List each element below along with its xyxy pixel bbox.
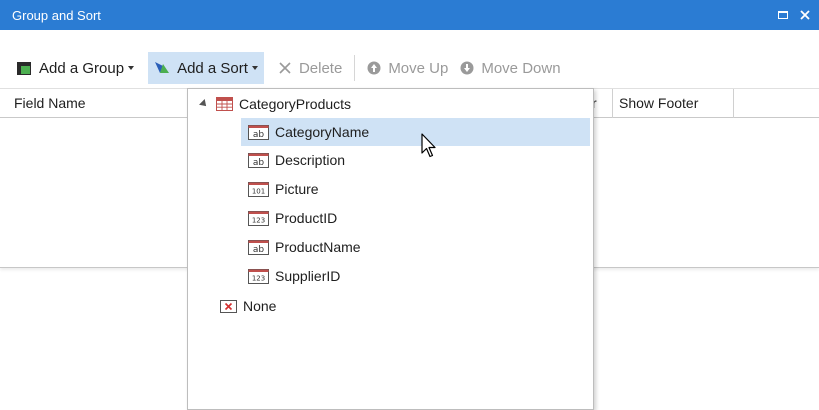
field-item-picture[interactable]: 101 Picture xyxy=(248,175,319,203)
move-down-button[interactable]: Move Down xyxy=(454,52,566,84)
svg-text:ab: ab xyxy=(253,158,265,168)
field-label: Description xyxy=(275,152,346,168)
expand-collapse-icon[interactable] xyxy=(199,99,209,109)
column-header-show-footer[interactable]: Show Footer xyxy=(613,89,734,118)
text-field-icon: ab xyxy=(248,239,269,255)
maximize-button[interactable] xyxy=(775,7,791,23)
field-item-productid[interactable]: 123 ProductID xyxy=(248,204,337,232)
title-bar: Group and Sort xyxy=(0,0,819,30)
svg-text:123: 123 xyxy=(252,216,265,224)
datasource-label: CategoryProducts xyxy=(239,96,352,112)
arrow-up-icon xyxy=(367,61,381,75)
svg-text:123: 123 xyxy=(252,274,265,282)
table-icon xyxy=(216,97,233,111)
move-down-label: Move Down xyxy=(481,59,561,77)
svg-text:ab: ab xyxy=(253,130,265,140)
field-label: SupplierID xyxy=(275,268,341,284)
field-item-categoryname[interactable]: ab CategoryName xyxy=(241,118,590,146)
binary-field-icon: 101 xyxy=(248,181,269,197)
add-group-button[interactable]: Add a Group xyxy=(10,52,140,84)
move-up-button[interactable]: Move Up xyxy=(361,52,454,84)
svg-text:ab: ab xyxy=(253,245,265,255)
chevron-down-icon xyxy=(251,66,258,70)
add-sort-label: Add a Sort xyxy=(177,59,248,77)
delete-button[interactable]: Delete xyxy=(272,52,348,84)
add-group-label: Add a Group xyxy=(39,59,125,77)
svg-text:101: 101 xyxy=(252,187,265,195)
close-icon xyxy=(800,10,810,20)
maximize-icon xyxy=(778,11,788,19)
field-label: ProductID xyxy=(275,210,338,226)
toolbar: Add a Group Add a Sort Delete Move Up Mo… xyxy=(0,48,819,88)
close-button[interactable] xyxy=(797,7,813,23)
field-label: Picture xyxy=(275,181,319,197)
text-field-icon: ab xyxy=(248,152,269,168)
chevron-down-icon xyxy=(128,66,135,70)
field-item-productname[interactable]: ab ProductName xyxy=(248,233,361,261)
arrow-down-icon xyxy=(460,61,474,75)
add-group-icon xyxy=(16,60,32,76)
field-list-dropdown: CategoryProducts ab CategoryName ab Desc… xyxy=(187,88,594,410)
panel-title: Group and Sort xyxy=(12,7,101,23)
toolbar-separator xyxy=(354,55,356,81)
column-header-field-name[interactable]: Field Name xyxy=(8,89,188,118)
field-label: CategoryName xyxy=(275,124,370,140)
text-field-icon: ab xyxy=(248,124,269,140)
none-icon xyxy=(220,299,237,313)
field-label: ProductName xyxy=(275,239,361,255)
number-field-icon: 123 xyxy=(248,268,269,284)
mouse-cursor-icon xyxy=(421,133,436,158)
delete-label: Delete xyxy=(298,59,343,77)
none-label: None xyxy=(243,298,277,314)
number-field-icon: 123 xyxy=(248,210,269,226)
delete-icon xyxy=(278,61,292,75)
add-sort-button[interactable]: Add a Sort xyxy=(148,52,264,84)
sort-icon xyxy=(154,60,170,76)
tree-node-datasource[interactable]: CategoryProducts xyxy=(199,90,352,118)
tree-node-none[interactable]: None xyxy=(220,292,276,320)
field-item-description[interactable]: ab Description xyxy=(248,146,345,174)
field-item-supplierid[interactable]: 123 SupplierID xyxy=(248,262,340,290)
move-up-label: Move Up xyxy=(388,59,449,77)
